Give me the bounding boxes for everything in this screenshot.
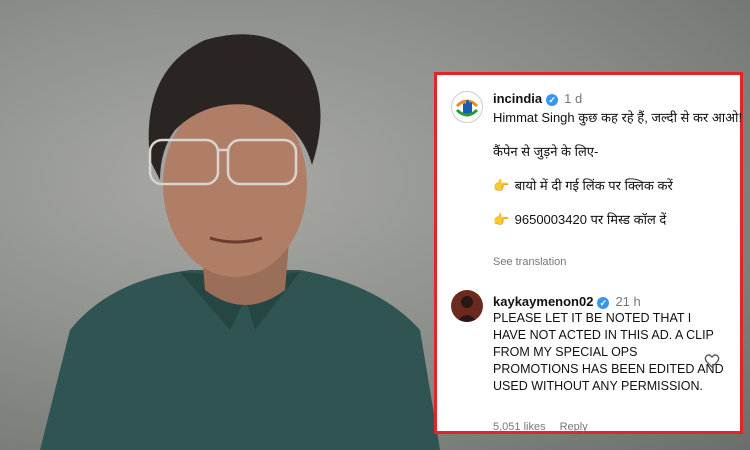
caption-line-1: Himmat Singh कुछ कह रहे हैं, जल्दी से कर…: [493, 110, 743, 125]
comment-meta: 5,051 likes Reply: [493, 421, 602, 433]
congress-logo-avatar[interactable]: [451, 91, 483, 123]
caption-item-1: 👉 बायो में दी गई लिंक पर क्लिक करें: [493, 177, 743, 194]
comment-likes[interactable]: 5,051 likes: [493, 421, 546, 433]
comment-text: PLEASE LET IT BE NOTED THAT I HAVE NOT A…: [493, 311, 724, 393]
post-caption: Himmat Singh कुछ कह रहे हैं, जल्दी से कर…: [493, 109, 743, 228]
see-translation-link[interactable]: See translation: [493, 256, 566, 268]
reply-button[interactable]: Reply: [560, 421, 588, 433]
pointing-hand-icon: 👉: [493, 178, 510, 193]
post-username-text[interactable]: incindia: [493, 91, 542, 106]
instagram-comment-panel: incindia ✓ 1 d Himmat Singh कुछ कह रहे हैं…: [434, 72, 743, 434]
hand-logo-icon: [455, 99, 479, 117]
caption-item-1-text: बायो में दी गई लिंक पर क्लिक करें: [514, 178, 673, 193]
comment-username[interactable]: kaykaymenon02 ✓ 21 h: [493, 294, 641, 309]
post-time: 1 d: [564, 91, 583, 106]
commenter-avatar[interactable]: [451, 290, 483, 322]
post-username[interactable]: incindia ✓ 1 d: [493, 91, 582, 106]
caption-item-2: 👉 9650003420 पर मिस्ड कॉल दें: [493, 211, 743, 228]
commenter-photo-icon: [457, 296, 477, 322]
comment-username-text[interactable]: kaykaymenon02: [493, 294, 593, 309]
verified-badge-icon: ✓: [597, 296, 610, 309]
caption-line-2: कैंपेन से जुड़ने के लिए-: [493, 144, 599, 159]
caption-item-2-text: 9650003420 पर मिस्ड कॉल दें: [514, 212, 667, 227]
pointing-hand-icon: 👉: [493, 212, 510, 227]
like-heart-icon[interactable]: [704, 353, 720, 369]
verified-badge-icon: ✓: [546, 93, 559, 106]
comment-time: 21 h: [615, 294, 641, 309]
